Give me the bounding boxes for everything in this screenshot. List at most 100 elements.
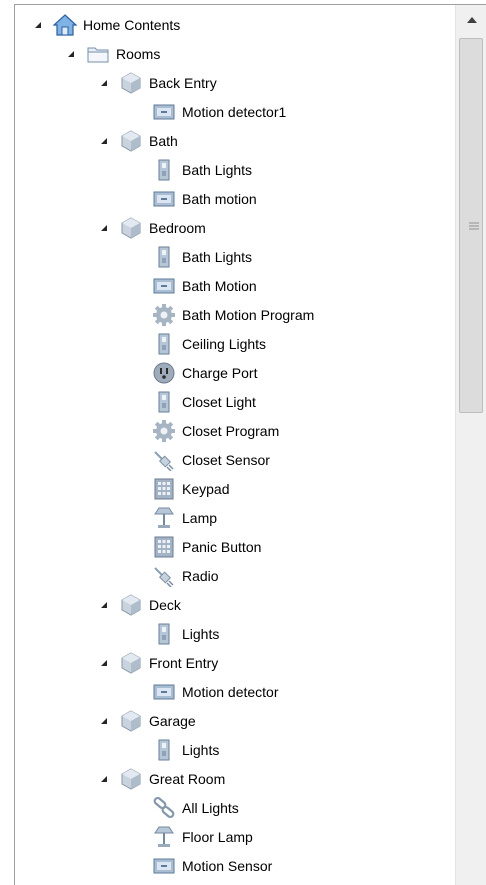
tree-node[interactable]: Motion detector: [130, 677, 279, 706]
scrollbar-thumb[interactable]: [459, 38, 483, 413]
tree-node-label: Front Entry: [149, 654, 219, 671]
tree-node-label: Bath Lights: [182, 248, 253, 265]
expanded-arrow-icon[interactable]: [100, 137, 108, 145]
lamp-icon: [152, 507, 176, 529]
tree-node[interactable]: Rooms: [64, 39, 160, 68]
tree-node-label: Bath Lights: [182, 161, 253, 178]
tree-node-label: Bath motion: [182, 190, 257, 207]
tree-node-label: Bath Motion: [182, 277, 257, 294]
tree-node-label: Great Room: [149, 770, 226, 787]
tree-node[interactable]: Closet Sensor: [130, 445, 270, 474]
tree-node-label: Bedroom: [149, 219, 206, 236]
tree-node[interactable]: Floor Lamp: [130, 822, 253, 851]
keypad-icon: [152, 478, 176, 500]
switch-icon: [152, 391, 176, 413]
tree-node[interactable]: Bath Motion Program: [130, 300, 314, 329]
tree-node-label: Radio: [182, 567, 219, 584]
expanded-arrow-icon[interactable]: [100, 79, 108, 87]
scroll-up-button[interactable]: [456, 5, 486, 35]
expanded-arrow-icon[interactable]: [67, 50, 75, 58]
expand-toggle[interactable]: [31, 18, 45, 32]
tree-node[interactable]: Ceiling Lights: [130, 329, 266, 358]
outlet-icon: [152, 362, 176, 384]
tree-node[interactable]: Bath Motion: [130, 271, 257, 300]
tree-node[interactable]: All Lights: [130, 793, 239, 822]
tree-node[interactable]: Closet Light: [130, 387, 256, 416]
tree-node-label: Garage: [149, 712, 196, 729]
tree-node-label: Charge Port: [182, 364, 258, 381]
tree-node[interactable]: Bath: [97, 126, 178, 155]
expand-toggle[interactable]: [97, 221, 111, 235]
tree-node[interactable]: Home Contents: [31, 10, 180, 39]
link-icon: [152, 796, 176, 819]
tree-node[interactable]: Keypad: [130, 474, 229, 503]
expand-toggle[interactable]: [97, 76, 111, 90]
room-icon: [119, 71, 143, 94]
motion-icon: [152, 101, 176, 123]
expanded-arrow-icon[interactable]: [100, 224, 108, 232]
tree-node[interactable]: Panic Button: [130, 532, 261, 561]
tree-node-label: Back Entry: [149, 74, 217, 91]
tree-node-label: Rooms: [116, 45, 161, 62]
tree-node-label: Ceiling Lights: [182, 335, 267, 352]
motion-icon: [152, 855, 176, 877]
triangle-up-icon: [467, 17, 477, 23]
expand-toggle[interactable]: [97, 714, 111, 728]
tree-node-label: Lights: [182, 741, 220, 758]
tree-node[interactable]: Bath motion: [130, 184, 257, 213]
expanded-arrow-icon[interactable]: [100, 659, 108, 667]
expanded-arrow-icon[interactable]: [34, 21, 42, 29]
tree-node-label: Home Contents: [83, 16, 181, 33]
expand-toggle[interactable]: [97, 656, 111, 670]
motion-icon: [152, 275, 176, 297]
expand-toggle[interactable]: [64, 47, 78, 61]
tree-node-label: Bath: [149, 132, 178, 149]
gear-icon: [152, 419, 176, 442]
tree-view: Home Contents Rooms Back Entry Motion detec…: [15, 5, 455, 885]
expand-toggle[interactable]: [97, 134, 111, 148]
switch-icon: [152, 246, 176, 268]
tree-node[interactable]: Front Entry: [97, 648, 218, 677]
tree-node[interactable]: Charge Port: [130, 358, 257, 387]
tree-view-panel: Home Contents Rooms Back Entry Motion detec…: [14, 4, 486, 885]
switch-icon: [152, 333, 176, 355]
expanded-arrow-icon[interactable]: [100, 601, 108, 609]
expand-toggle[interactable]: [97, 598, 111, 612]
tree-node[interactable]: Lamp: [130, 503, 217, 532]
tree-node[interactable]: Bedroom: [97, 213, 206, 242]
room-icon: [119, 216, 143, 239]
plug-icon: [152, 565, 176, 587]
room-icon: [119, 709, 143, 732]
tree-node-label: All Lights: [182, 799, 239, 816]
motion-icon: [152, 681, 176, 703]
tree-node[interactable]: Closet Program: [130, 416, 279, 445]
room-icon: [119, 767, 143, 790]
motion-icon: [152, 188, 176, 210]
tree-node[interactable]: Lights: [130, 619, 219, 648]
expanded-arrow-icon[interactable]: [100, 717, 108, 725]
grip-lines-icon: [469, 222, 479, 230]
tree-node[interactable]: Lights: [130, 735, 219, 764]
room-icon: [119, 593, 143, 616]
vertical-scrollbar[interactable]: [455, 5, 486, 885]
tree-node-label: Motion Sensor: [182, 857, 273, 874]
tree-node[interactable]: Motion detector1: [130, 97, 286, 126]
expand-toggle[interactable]: [97, 772, 111, 786]
tree-node-label: Closet Light: [182, 393, 256, 410]
expanded-arrow-icon[interactable]: [100, 775, 108, 783]
tree-node[interactable]: Bath Lights: [130, 155, 252, 184]
tree-node[interactable]: Deck: [97, 590, 181, 619]
tree-node-label: Motion detector: [182, 683, 279, 700]
tree-node-label: Lights: [182, 625, 220, 642]
plug-icon: [152, 449, 176, 471]
tree-node[interactable]: Garage: [97, 706, 196, 735]
tree-node[interactable]: Bath Lights: [130, 242, 252, 271]
tree-node[interactable]: Motion Sensor: [130, 851, 272, 880]
tree-node[interactable]: Great Room: [97, 764, 225, 793]
switch-icon: [152, 623, 176, 645]
tree-node[interactable]: Back Entry: [97, 68, 217, 97]
tree-node[interactable]: Radio: [130, 561, 219, 590]
tree-node-label: Keypad: [182, 480, 230, 497]
tree-node-label: Floor Lamp: [182, 828, 253, 845]
switch-icon: [152, 739, 176, 761]
